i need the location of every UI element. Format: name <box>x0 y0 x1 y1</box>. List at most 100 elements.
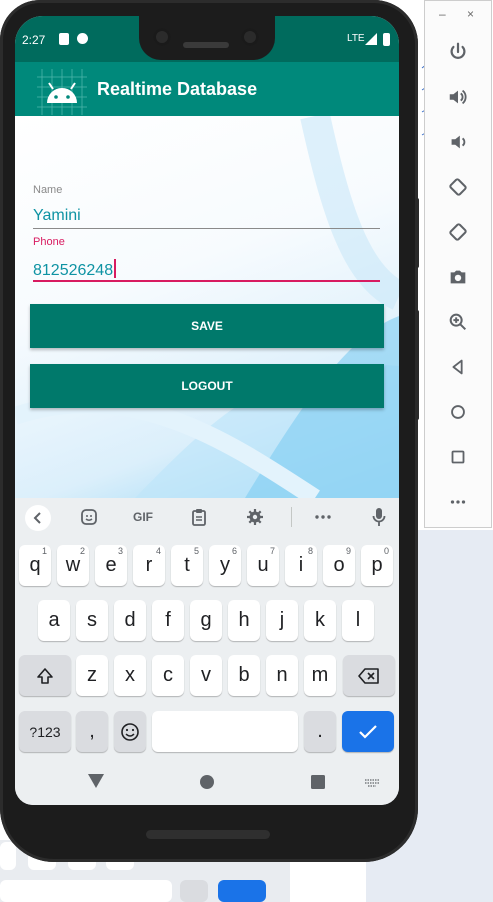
key-h[interactable]: h <box>228 600 260 641</box>
name-label: Name <box>33 184 63 196</box>
backspace-key[interactable] <box>343 655 395 696</box>
symbols-key[interactable]: ?123 <box>19 711 71 752</box>
key-p[interactable]: p0 <box>361 545 393 586</box>
more-options-icon[interactable] <box>311 506 335 528</box>
settings-gear-icon[interactable] <box>243 506 267 528</box>
toolbar-divider <box>291 507 292 527</box>
phone-label: Phone <box>33 236 65 248</box>
key-label: r <box>145 554 153 576</box>
volume-down-icon[interactable] <box>445 129 471 155</box>
soft-keyboard: GIF q1w2e3r4t5y6u7i8o9p0 asdfghjkl z x c… <box>15 498 399 760</box>
minimize-icon[interactable]: – <box>439 7 446 21</box>
collapse-suggestions-icon[interactable] <box>25 505 51 531</box>
volume-up-icon[interactable] <box>445 84 471 110</box>
key-q[interactable]: q1 <box>19 545 51 586</box>
key-label: y <box>220 554 230 576</box>
key-d[interactable]: d <box>114 600 146 641</box>
key-f[interactable]: f <box>152 600 184 641</box>
sticker-icon[interactable] <box>77 506 101 528</box>
nav-recents-icon[interactable] <box>311 775 325 789</box>
phone-input[interactable]: 812526248 <box>33 259 116 280</box>
save-button[interactable]: SAVE <box>30 304 384 348</box>
key-a[interactable]: a <box>38 600 70 641</box>
emoji-key[interactable] <box>114 711 146 752</box>
gif-button[interactable]: GIF <box>127 506 159 528</box>
key-w[interactable]: w2 <box>57 545 89 586</box>
emulator-toolbar: – × <box>424 0 492 528</box>
close-icon[interactable]: × <box>467 7 474 21</box>
status-bar: 2:27 LTE <box>15 16 399 62</box>
enter-key[interactable] <box>342 711 394 752</box>
front-camera-left <box>153 28 171 46</box>
rotate-right-icon[interactable] <box>445 219 471 245</box>
logout-button[interactable]: LOGOUT <box>30 364 384 408</box>
key-u[interactable]: u7 <box>247 545 279 586</box>
key-y[interactable]: y6 <box>209 545 241 586</box>
key-t[interactable]: t5 <box>171 545 203 586</box>
key-label: e <box>105 554 117 576</box>
key-number-hint: 7 <box>269 546 275 556</box>
home-icon[interactable] <box>445 399 471 425</box>
key-j[interactable]: j <box>266 600 298 641</box>
key-x[interactable]: x <box>114 655 146 696</box>
battery-icon <box>383 33 390 46</box>
sd-card-icon <box>59 33 69 45</box>
key-number-hint: 2 <box>79 546 85 556</box>
key-e[interactable]: e3 <box>95 545 127 586</box>
more-icon[interactable] <box>445 489 471 515</box>
status-time: 2:27 <box>22 33 46 47</box>
key-number-hint: 1 <box>41 546 47 556</box>
key-b[interactable]: b <box>228 655 260 696</box>
key-n[interactable]: n <box>266 655 298 696</box>
key-c[interactable]: c <box>152 655 184 696</box>
period-key[interactable]: . <box>304 711 336 752</box>
comma-key[interactable]: , <box>76 711 108 752</box>
power-icon[interactable] <box>445 39 471 65</box>
key-number-hint: 8 <box>307 546 313 556</box>
key-o[interactable]: o9 <box>323 545 355 586</box>
form-area: Name Yamini Phone 812526248 SAVE LOGOUT <box>15 116 399 498</box>
phone-power-button <box>415 198 419 268</box>
space-key[interactable] <box>152 711 298 752</box>
key-l[interactable]: l <box>342 600 374 641</box>
key-m[interactable]: m <box>304 655 336 696</box>
keyboard-toolbar: GIF <box>15 498 399 538</box>
key-label: u <box>257 554 269 576</box>
signal-icon <box>365 33 377 45</box>
navigation-bar <box>15 760 399 805</box>
zoom-icon[interactable] <box>445 309 471 335</box>
key-r[interactable]: r4 <box>133 545 165 586</box>
key-z[interactable]: z <box>76 655 108 696</box>
key-number-hint: 3 <box>117 546 123 556</box>
key-label: q <box>29 554 41 576</box>
key-v[interactable]: v <box>190 655 222 696</box>
name-input[interactable]: Yamini <box>33 207 81 225</box>
clipboard-icon[interactable] <box>187 506 211 528</box>
keyboard-switch-icon[interactable] <box>365 779 379 787</box>
key-s[interactable]: s <box>76 600 108 641</box>
back-icon[interactable] <box>445 354 471 380</box>
key-label: w <box>65 554 81 576</box>
app-bar: Realtime Database <box>15 62 399 116</box>
nav-back-icon[interactable] <box>88 774 104 788</box>
key-i[interactable]: i8 <box>285 545 317 586</box>
overview-icon[interactable] <box>445 444 471 470</box>
microphone-icon[interactable] <box>367 506 391 528</box>
network-type: LTE <box>347 33 365 44</box>
nav-home-icon[interactable] <box>200 775 214 789</box>
camera-icon[interactable] <box>445 264 471 290</box>
key-k[interactable]: k <box>304 600 336 641</box>
app-title: Realtime Database <box>97 79 258 99</box>
phone-frame: 2:27 LTE Realtime Database Name Yamini P… <box>0 0 419 862</box>
phone-input-value: 812526248 <box>33 262 114 279</box>
key-g[interactable]: g <box>190 600 222 641</box>
front-camera-right <box>241 28 259 46</box>
notification-icon <box>77 33 88 44</box>
phone-underline <box>33 280 380 282</box>
shift-key[interactable] <box>19 655 71 696</box>
key-number-hint: 4 <box>155 546 161 556</box>
key-number-hint: 5 <box>193 546 199 556</box>
rotate-left-icon[interactable] <box>445 174 471 200</box>
name-underline <box>33 228 380 229</box>
key-label: i <box>298 554 304 576</box>
